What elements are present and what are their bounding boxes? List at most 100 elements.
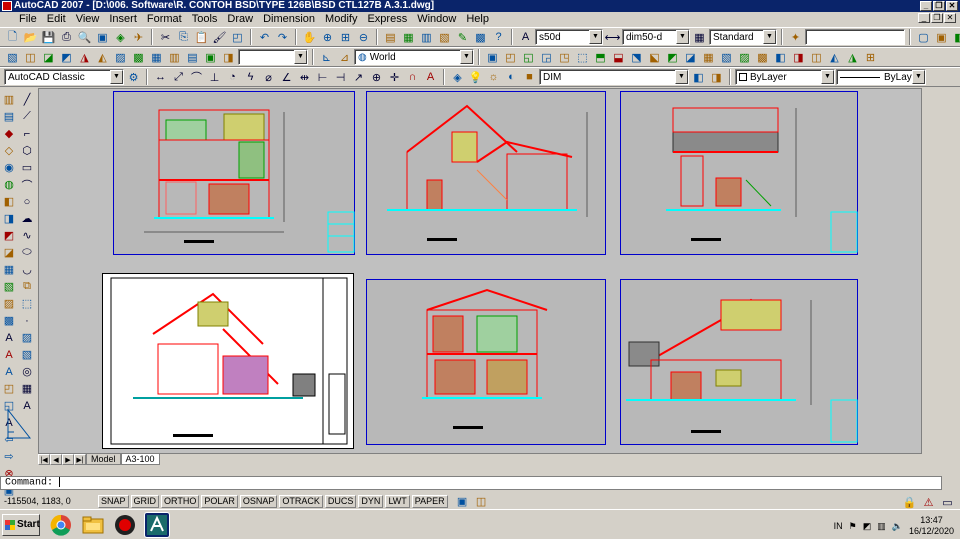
text-b-icon[interactable]: A <box>1 347 17 362</box>
revcloud-icon[interactable]: ☁ <box>19 211 35 226</box>
tolerance-icon[interactable]: ⊕ <box>368 69 385 86</box>
layer-freeze-icon[interactable]: ☼ <box>485 69 502 86</box>
folder-icon[interactable] <box>80 512 106 538</box>
tool-a11-icon[interactable]: ▦ <box>1 262 17 277</box>
dim-baseline-icon[interactable]: ⊢ <box>314 69 331 86</box>
dim-angular-icon[interactable]: ∠ <box>278 69 295 86</box>
polar-toggle[interactable]: POLAR <box>201 494 238 508</box>
restore-button[interactable]: ❐ <box>933 1 945 11</box>
viewport-4-paper[interactable] <box>102 273 354 449</box>
menu-dimension[interactable]: Dimension <box>258 12 320 26</box>
text-style-icon[interactable]: A <box>517 29 534 46</box>
tool-21-icon[interactable]: ⬓ <box>610 49 627 66</box>
text-c-icon[interactable]: A <box>1 364 17 379</box>
copy-icon[interactable]: ⎘ <box>175 29 192 46</box>
layer-color-icon[interactable]: ■ <box>521 69 538 86</box>
blank-combo[interactable] <box>805 29 905 45</box>
rectangle-icon[interactable]: ▭ <box>19 160 35 175</box>
tray-volume-icon[interactable]: 🔈 <box>892 521 903 532</box>
construction-line-icon[interactable]: ⟋ <box>19 109 35 124</box>
tool-25-icon[interactable]: ◪ <box>682 49 699 66</box>
menu-insert[interactable]: Insert <box>104 12 142 26</box>
color-select[interactable]: ByLayer ▼ <box>735 69 835 85</box>
tool-a6-icon[interactable]: ◍ <box>1 177 17 192</box>
help-icon[interactable]: ? <box>490 29 507 46</box>
tool-6-icon[interactable]: ◭ <box>94 49 111 66</box>
tool-31-icon[interactable]: ◨ <box>790 49 807 66</box>
tool-27-icon[interactable]: ▧ <box>718 49 735 66</box>
viewport-3[interactable] <box>620 91 858 255</box>
point-icon[interactable]: · <box>19 313 35 328</box>
tool-a2-icon[interactable]: ▤ <box>1 109 17 124</box>
menu-edit[interactable]: Edit <box>42 12 71 26</box>
doc-close-button[interactable]: ✕ <box>944 13 956 23</box>
otrack-toggle[interactable]: OTRACK <box>279 494 323 508</box>
tool-32-icon[interactable]: ◫ <box>808 49 825 66</box>
make-block-icon[interactable]: ⬚ <box>19 296 35 311</box>
viewport-2[interactable] <box>366 91 606 255</box>
zoom-realtime-icon[interactable]: ⊕ <box>319 29 336 46</box>
tool-a10-icon[interactable]: ◪ <box>1 245 17 260</box>
menu-help[interactable]: Help <box>461 12 494 26</box>
hatch-icon[interactable]: ▨ <box>19 330 35 345</box>
quick-dim-icon[interactable]: ⇹ <box>296 69 313 86</box>
tool-14-icon[interactable]: ▣ <box>484 49 501 66</box>
express-tool-3-icon[interactable]: ◧ <box>951 29 960 46</box>
ortho-toggle[interactable]: ORTHO <box>161 494 200 508</box>
tool-30-icon[interactable]: ◧ <box>772 49 789 66</box>
autocad-app-icon[interactable] <box>2 1 12 11</box>
dim-style-icon[interactable]: ⟷ <box>604 29 621 46</box>
viewport-6[interactable] <box>620 279 858 445</box>
circle-icon[interactable]: ○ <box>19 194 35 209</box>
ucs-icon[interactable]: ⊾ <box>318 49 335 66</box>
status-tool-icon[interactable]: ◫ <box>473 493 490 510</box>
express-tool-1-icon[interactable]: ▢ <box>915 29 932 46</box>
region-icon[interactable]: ◎ <box>19 364 35 379</box>
dim-aligned-icon[interactable]: ⤢ <box>170 69 187 86</box>
dim-linear-icon[interactable]: ↔ <box>152 69 169 86</box>
undo-icon[interactable]: ↶ <box>256 29 273 46</box>
3d-dwf-icon[interactable]: ◈ <box>112 29 129 46</box>
viewport-1[interactable] <box>113 91 355 255</box>
express-tool-2-icon[interactable]: ▣ <box>933 29 950 46</box>
insert-block-icon[interactable]: ▧ <box>4 49 21 66</box>
layer-previous-icon[interactable]: ◨ <box>708 69 725 86</box>
tool-7-icon[interactable]: ▨ <box>112 49 129 66</box>
ucs-2-icon[interactable]: ⊿ <box>336 49 353 66</box>
zoom-window-icon[interactable]: ⊞ <box>337 29 354 46</box>
tool-26-icon[interactable]: ▦ <box>700 49 717 66</box>
save-icon[interactable]: 💾 <box>40 29 57 46</box>
paste-icon[interactable]: 📋 <box>193 29 210 46</box>
tool-17-icon[interactable]: ◲ <box>538 49 555 66</box>
minimize-button[interactable]: _ <box>920 1 932 11</box>
doc-restore-button[interactable]: ❐ <box>931 13 943 23</box>
tool-15-icon[interactable]: ◰ <box>502 49 519 66</box>
layer-lock-icon[interactable]: ◐ <box>503 69 520 86</box>
tool-11-icon[interactable]: ▤ <box>184 49 201 66</box>
dim-style-select[interactable]: dim50-d ▼ <box>622 29 690 45</box>
publish-icon[interactable]: ▣ <box>94 29 111 46</box>
layer-select[interactable]: DIM ▼ <box>539 69 689 85</box>
tool-a4-icon[interactable]: ◇ <box>1 143 17 158</box>
table-style-icon[interactable]: ▦ <box>691 29 708 46</box>
coordinate-readout[interactable]: -115504, 1183, 0 <box>4 496 96 506</box>
record-icon[interactable] <box>112 512 138 538</box>
pan-icon[interactable]: ✋ <box>301 29 318 46</box>
chrome-icon[interactable] <box>48 512 74 538</box>
new-icon[interactable]: 🗋 <box>4 29 21 46</box>
tool-18-icon[interactable]: ◳ <box>556 49 573 66</box>
table-icon[interactable]: ▦ <box>19 381 35 396</box>
quickcalc-icon[interactable]: ▩ <box>472 29 489 46</box>
tool-a5-icon[interactable]: ◉ <box>1 160 17 175</box>
blank-select[interactable]: ▼ <box>238 49 308 65</box>
tool-13-icon[interactable]: ◨ <box>220 49 237 66</box>
dim-edit-icon[interactable]: ∩ <box>404 69 421 86</box>
tool-a1-icon[interactable]: ▥ <box>1 92 17 107</box>
field-icon[interactable]: ✦ <box>787 29 804 46</box>
dim-ordinate-icon[interactable]: ⊥ <box>206 69 223 86</box>
center-mark-icon[interactable]: ✛ <box>386 69 403 86</box>
tool-35-icon[interactable]: ⊞ <box>862 49 879 66</box>
tool-a14-icon[interactable]: ▩ <box>1 313 17 328</box>
leader-icon[interactable]: ↗ <box>350 69 367 86</box>
insert-block-draw-icon[interactable]: ⧉ <box>19 279 35 294</box>
